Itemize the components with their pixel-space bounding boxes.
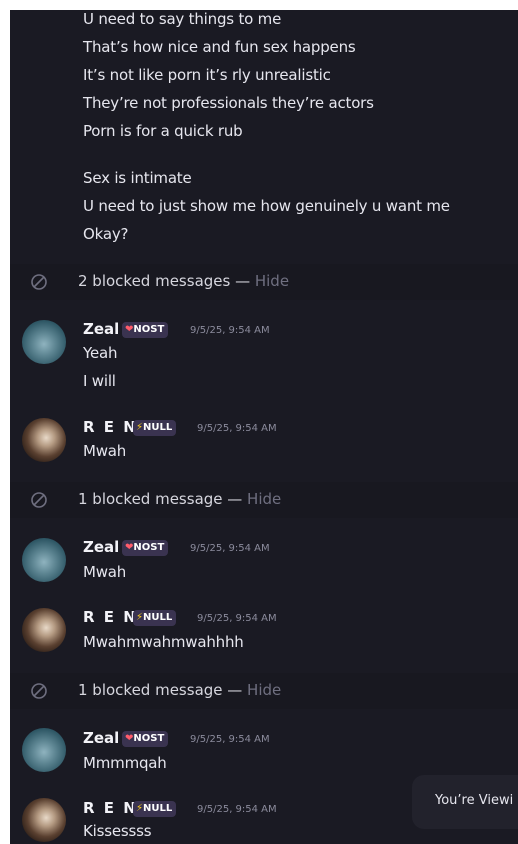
username[interactable]: R E N <box>83 418 138 436</box>
username[interactable]: Zeal <box>83 729 119 747</box>
username[interactable]: R E N <box>83 608 138 626</box>
message-line: It’s not like porn it’s rly unrealistic <box>83 66 331 84</box>
lightning-icon: ⚡ <box>136 803 144 814</box>
toast-text: You’re Viewi <box>435 793 514 808</box>
chat-panel: U need to say things to me That’s how ni… <box>10 10 518 844</box>
blocked-messages-row: 1 blocked message — Hide <box>10 482 518 518</box>
message-line: I will <box>83 372 116 390</box>
message-line: U need to just show me how genuinely u w… <box>83 197 450 215</box>
username[interactable]: R E N <box>83 799 138 817</box>
hide-link[interactable]: Hide <box>255 272 289 290</box>
blocked-messages-row: 1 blocked message — Hide <box>10 673 518 709</box>
blocked-count-text: 1 blocked message — <box>78 490 248 508</box>
avatar[interactable] <box>22 798 66 842</box>
role-tag-label: NULL <box>143 803 173 814</box>
message-line: That’s how nice and fun sex happens <box>83 38 356 56</box>
avatar[interactable] <box>22 728 66 772</box>
avatar[interactable] <box>22 418 66 462</box>
blocked-count-text: 1 blocked message — <box>78 681 248 699</box>
role-tag-label: NOST <box>133 733 165 744</box>
role-tag[interactable]: ⚡NULL <box>133 610 177 626</box>
role-tag[interactable]: ❤NOST <box>122 731 169 747</box>
blocked-icon <box>31 683 47 699</box>
viewing-toast[interactable]: You’re Viewi <box>412 775 518 829</box>
message-line: U need to say things to me <box>83 10 282 28</box>
hide-link[interactable]: Hide <box>247 490 281 508</box>
blocked-icon <box>31 274 47 290</box>
timestamp: 9/5/25, 9:54 AM <box>197 423 277 434</box>
timestamp: 9/5/25, 9:54 AM <box>190 325 270 336</box>
message-line: They’re not professionals they’re actors <box>83 94 374 112</box>
lightning-icon: ⚡ <box>136 422 144 433</box>
avatar[interactable] <box>22 608 66 652</box>
username[interactable]: Zeal <box>83 320 119 338</box>
message-line: Sex is intimate <box>83 169 192 187</box>
timestamp: 9/5/25, 9:54 AM <box>197 804 277 815</box>
role-tag-label: NOST <box>133 324 165 335</box>
hide-link[interactable]: Hide <box>247 681 281 699</box>
timestamp: 9/5/25, 9:54 AM <box>197 613 277 624</box>
message-line: Okay? <box>83 225 129 243</box>
message-line: Mwah <box>83 563 127 581</box>
role-tag-label: NULL <box>143 422 173 433</box>
message-line: Yeah <box>83 344 118 362</box>
role-tag[interactable]: ❤NOST <box>122 322 169 338</box>
role-tag-label: NULL <box>143 612 173 623</box>
avatar[interactable] <box>22 538 66 582</box>
blocked-count-text: 2 blocked messages — <box>78 272 255 290</box>
lightning-icon: ⚡ <box>136 612 144 623</box>
role-tag[interactable]: ❤NOST <box>122 540 169 556</box>
message-line: Kissessss <box>83 822 152 840</box>
username[interactable]: Zeal <box>83 538 119 556</box>
blocked-icon <box>31 492 47 508</box>
message-line: Mmmmqah <box>83 754 167 772</box>
message-line: Porn is for a quick rub <box>83 122 243 140</box>
role-tag[interactable]: ⚡NULL <box>133 420 177 436</box>
blocked-messages-row: 2 blocked messages — Hide <box>10 264 518 300</box>
timestamp: 9/5/25, 9:54 AM <box>190 543 270 554</box>
role-tag-label: NOST <box>133 542 165 553</box>
timestamp: 9/5/25, 9:54 AM <box>190 734 270 745</box>
role-tag[interactable]: ⚡NULL <box>133 801 177 817</box>
message-line: Mwahmwahmwahhhh <box>83 633 244 651</box>
message-line: Mwah <box>83 442 127 460</box>
avatar[interactable] <box>22 320 66 364</box>
